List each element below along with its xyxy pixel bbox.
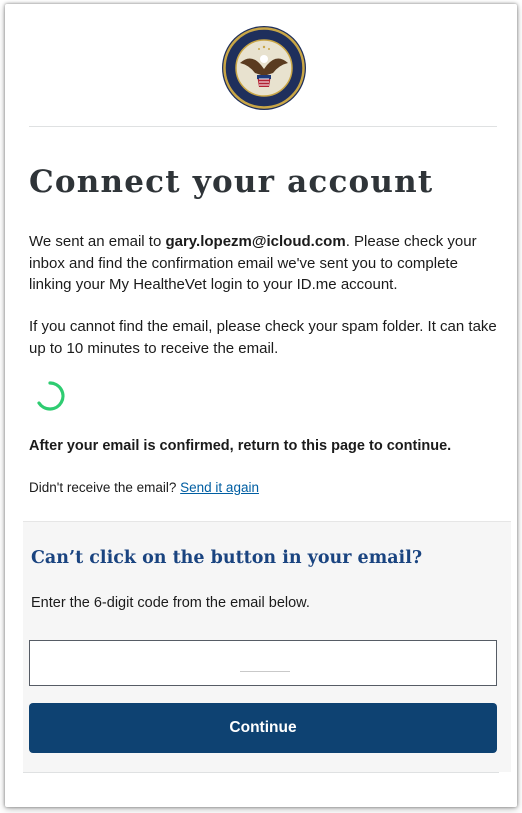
loading-spinner-icon xyxy=(33,379,67,413)
verification-code-section: Can’t click on the button in your email?… xyxy=(23,521,511,772)
va-department-seal-icon xyxy=(221,25,307,111)
verification-code-input[interactable] xyxy=(29,640,497,686)
code-section-heading: Can’t click on the button in your email? xyxy=(31,548,423,568)
footer-divider xyxy=(23,772,499,773)
email-sent-prefix: We sent an email to xyxy=(29,233,166,250)
resend-prompt-text: Didn't receive the email? xyxy=(29,480,181,495)
header-divider xyxy=(29,126,497,127)
resend-prompt: Didn't receive the email? Send it again xyxy=(29,480,259,495)
continue-button[interactable]: Continue xyxy=(29,703,497,753)
after-confirm-instruction: After your email is confirmed, return to… xyxy=(29,438,452,454)
send-again-link[interactable]: Send it again xyxy=(180,480,259,495)
page-title: Connect your account xyxy=(29,164,434,200)
spam-notice: If you cannot find the email, please che… xyxy=(29,318,497,357)
connect-account-card: Connect your account We sent an email to… xyxy=(5,4,517,807)
recipient-email: gary.lopezm@icloud.com xyxy=(165,233,346,250)
code-instructions: Enter the 6-digit code from the email be… xyxy=(31,595,310,611)
email-sent-message: We sent an email to gary.lopezm@icloud.c… xyxy=(29,231,499,296)
